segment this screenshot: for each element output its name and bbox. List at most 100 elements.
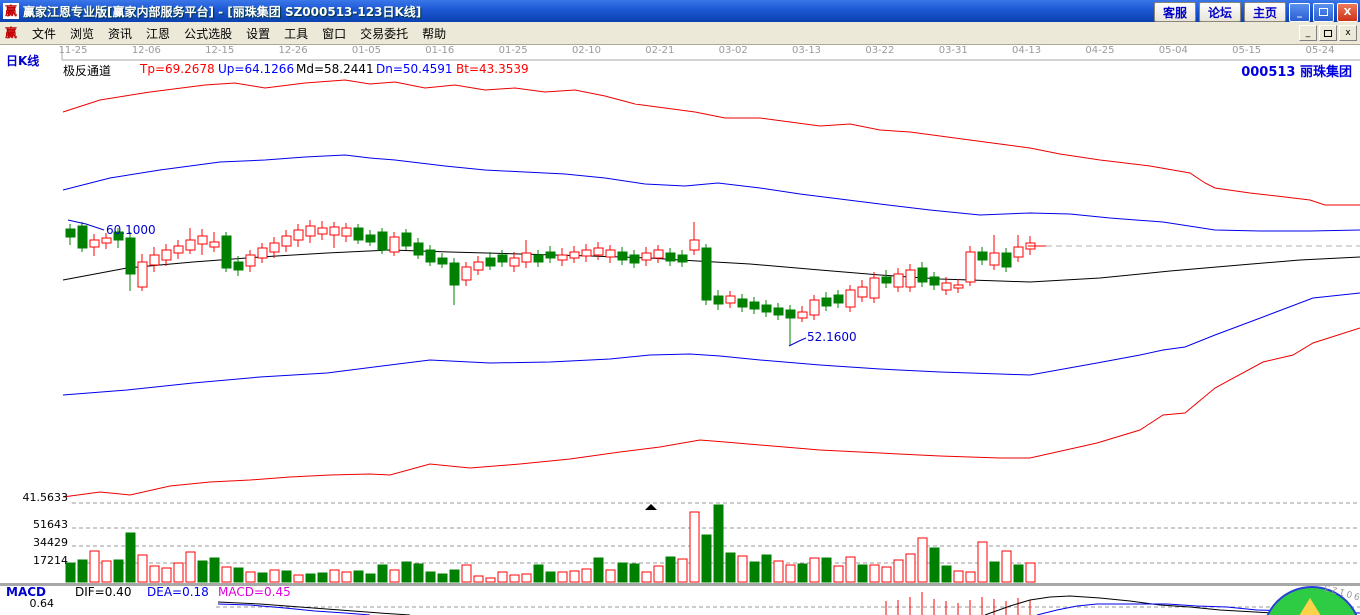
candle-body: [941, 282, 952, 291]
volume-bar: [377, 564, 388, 583]
menu-item-1[interactable]: 浏览: [63, 23, 101, 44]
candle-body: [137, 261, 148, 288]
chart-canvas[interactable]: [0, 0, 1360, 615]
menu-item-0[interactable]: 文件: [25, 23, 63, 44]
menu-item-9[interactable]: 帮助: [415, 23, 453, 44]
candle-body: [245, 254, 256, 267]
volume-bar: [557, 571, 568, 583]
candle-body: [569, 251, 580, 259]
candle-body: [437, 257, 448, 265]
macd-dif-line-0: [217, 601, 411, 615]
candle-body: [329, 226, 340, 236]
volume-bar: [185, 551, 196, 583]
candle-body: [641, 252, 652, 261]
child-close-button[interactable]: x: [1339, 25, 1357, 41]
home-button[interactable]: 主页: [1243, 2, 1286, 22]
restore-button[interactable]: [1313, 2, 1334, 22]
menu-item-8[interactable]: 交易委托: [353, 23, 415, 44]
menu-item-2[interactable]: 资讯: [101, 23, 139, 44]
menu-item-6[interactable]: 工具: [277, 23, 315, 44]
candle-body: [77, 225, 88, 249]
volume-scale-1: 51643: [33, 518, 68, 531]
volume-bar: [257, 572, 268, 583]
candle-body: [401, 232, 412, 247]
volume-bar: [233, 567, 244, 583]
candle-body: [893, 273, 904, 288]
volume-bar: [1001, 550, 1012, 583]
date-tick-17: 05-24: [1305, 45, 1335, 56]
volume-bar: [869, 564, 880, 583]
candle-body: [665, 252, 676, 262]
minimize-button[interactable]: _: [1289, 2, 1310, 22]
date-tick-16: 05-15: [1232, 45, 1262, 56]
channel-line-Bt: [62, 327, 1360, 498]
indicator-param-0: Tp=69.2678: [140, 62, 215, 76]
volume-bar: [881, 566, 892, 583]
volume-bar: [281, 570, 292, 583]
volume-bar: [209, 557, 220, 583]
volume-scale-3: 17214: [33, 554, 68, 567]
volume-bar: [317, 572, 328, 583]
volume-bar: [809, 557, 820, 583]
volume-bar: [485, 577, 496, 583]
candle-body: [353, 227, 364, 241]
volume-bar: [353, 570, 364, 583]
child-restore-button[interactable]: [1319, 25, 1337, 41]
volume-bar: [161, 567, 172, 583]
volume-bar: [305, 573, 316, 583]
volume-bar: [929, 547, 940, 583]
app-window: 赢 赢家江恩专业版[赢家内部服务平台] - [丽珠集团 SZ000513-123…: [0, 0, 1360, 615]
candle-body: [689, 239, 700, 251]
date-tick-11: 03-22: [865, 45, 895, 56]
forum-button[interactable]: 论坛: [1198, 2, 1241, 22]
candle-body: [341, 227, 352, 237]
candle-body: [281, 235, 292, 247]
indicator-param-2: Md=58.2441: [296, 62, 374, 76]
candle-body: [701, 247, 712, 301]
candle-body: [785, 309, 796, 319]
title-bar: 赢 赢家江恩专业版[赢家内部服务平台] - [丽珠集团 SZ000513-123…: [0, 0, 1360, 22]
date-tick-12: 03-31: [938, 45, 968, 56]
channel-line-Up: [62, 154, 1360, 232]
menu-item-3[interactable]: 江恩: [139, 23, 177, 44]
candle-body: [953, 284, 964, 289]
candle-body: [125, 237, 136, 275]
candle-body: [605, 249, 616, 258]
date-tick-15: 05-04: [1158, 45, 1188, 56]
volume-bar: [773, 560, 784, 583]
candle-body: [581, 249, 592, 257]
support-button[interactable]: 客服: [1153, 2, 1196, 22]
menu-item-5[interactable]: 设置: [239, 23, 277, 44]
volume-bar: [89, 550, 100, 583]
volume-scale-2: 34429: [33, 536, 68, 549]
volume-bar: [1025, 562, 1036, 583]
volume-bar: [101, 560, 112, 583]
volume-bar: [629, 563, 640, 583]
candle-body: [869, 277, 880, 299]
volume-bar: [665, 556, 676, 583]
volume-bar: [617, 562, 628, 583]
volume-bar: [425, 571, 436, 583]
volume-bar: [293, 574, 304, 583]
candle-body: [629, 254, 640, 264]
volume-bar: [521, 573, 532, 583]
candle-body: [389, 236, 400, 253]
menu-item-4[interactable]: 公式选股: [177, 23, 239, 44]
date-tick-9: 03-02: [718, 45, 748, 56]
channel-line-Tp: [62, 79, 1360, 206]
volume-bar: [965, 571, 976, 583]
volume-bar: [413, 563, 424, 583]
indicator-name[interactable]: 极反通道: [63, 62, 111, 79]
volume-bar: [125, 532, 136, 583]
date-tick-4: 01-05: [351, 45, 381, 56]
candle-body: [521, 252, 532, 263]
close-button[interactable]: X: [1337, 2, 1358, 22]
candle-body: [593, 247, 604, 256]
volume-bar: [977, 541, 988, 583]
candle-body: [617, 251, 628, 261]
macd-dea-value: DEA=0.18: [147, 585, 209, 599]
menu-item-7[interactable]: 窗口: [315, 23, 353, 44]
volume-bar: [149, 565, 160, 583]
volume-bar: [821, 557, 832, 583]
child-minimize-button[interactable]: _: [1299, 25, 1317, 41]
